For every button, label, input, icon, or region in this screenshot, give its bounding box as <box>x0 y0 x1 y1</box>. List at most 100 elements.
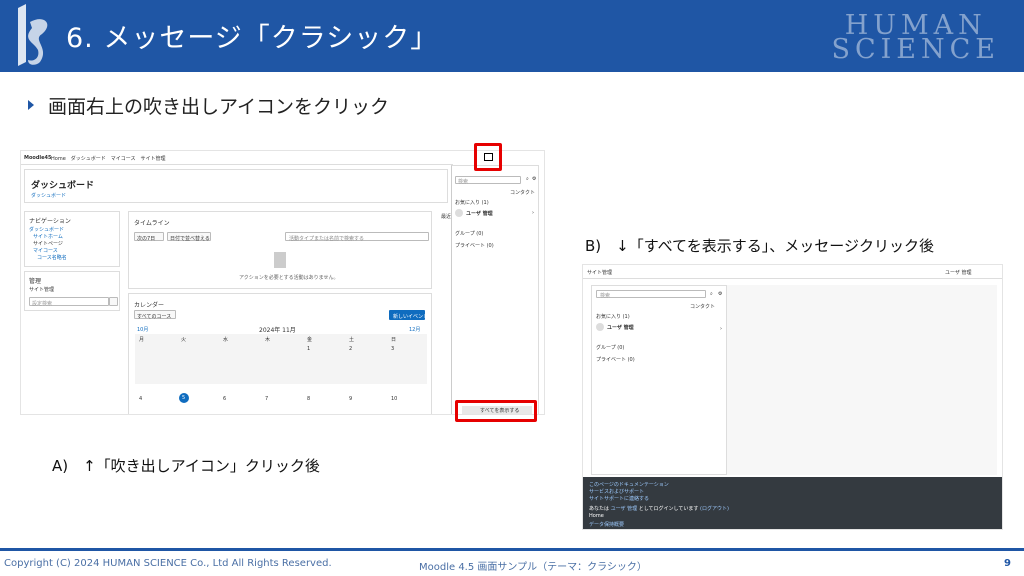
avatar <box>455 209 463 217</box>
private-section[interactable]: プライベート (0) <box>596 356 635 363</box>
calendar-block: カレンダー すべてのコース 新しいイベント 10月 2024年 11月 12月 … <box>128 293 432 414</box>
view-all-highlight <box>455 400 537 422</box>
calendar-day[interactable]: 9 <box>349 396 352 402</box>
site-brand[interactable]: Moodle45 <box>24 155 52 161</box>
calendar-day[interactable]: 10 <box>391 396 397 402</box>
breadcrumb[interactable]: ダッシュボード <box>31 192 66 199</box>
calendar-day[interactable]: 4 <box>139 396 142 402</box>
label-b: B) ↓「すべてを表示する」、メッセージクリック後 <box>585 237 934 255</box>
weekday: 月 <box>139 337 145 343</box>
login-info: あなたは ユーザ 管理 としてログインしています (ログアウト) <box>589 506 729 512</box>
nav-item-my-courses[interactable]: マイコース <box>33 247 58 254</box>
label-a: A) ↑「吹き出しアイコン」クリック後 <box>52 457 320 475</box>
search-icon[interactable]: ⌕ <box>710 291 713 297</box>
calendar-day[interactable]: 2 <box>349 346 352 352</box>
page-header: ダッシュボード ダッシュボード <box>24 169 448 203</box>
user-menu[interactable]: ユーザ 管理 <box>945 269 972 276</box>
footer-home-link[interactable]: Home <box>589 513 604 519</box>
admin-title: 管理 <box>29 278 42 285</box>
message-panel: 検索 ⌕ ⚙ コンタクト お気に入り (1) ユーザ 管理 › グループ (0)… <box>591 285 727 475</box>
nav-links[interactable]: サイト管理 <box>587 269 612 276</box>
calendar-today[interactable]: 5 <box>179 393 189 403</box>
weekday: 日 <box>391 337 397 343</box>
navbar: Moodle45 Home ダッシュボード マイコース サイト管理 <box>21 151 453 165</box>
empty-state-icon <box>274 252 286 268</box>
side-block-label: 最近 <box>441 214 452 220</box>
center-note: Moodle 4.5 画面サンプル（テーマ：クラシック） <box>419 562 647 573</box>
starred-section[interactable]: お気に入り (1) <box>455 199 489 206</box>
page-number: 9 <box>1004 558 1011 569</box>
message-drawer: 検索 ⌕ ⚙ コンタクト お気に入り (1) ユーザ 管理 › グループ (0)… <box>451 165 539 414</box>
calendar-month: 2024年 11月 <box>259 327 296 334</box>
contacts-link[interactable]: コンタクト <box>510 189 535 196</box>
nav-item-dashboard[interactable]: ダッシュボード <box>29 226 64 233</box>
page-footer: このページのドキュメンテーション サービスおよびサポート サイトサポートに連絡す… <box>583 477 1002 529</box>
drawer-search-input[interactable]: 検索 <box>455 176 521 185</box>
timeline-sort[interactable]: 日付で並べ替える <box>167 232 211 242</box>
screenshot-a: Moodle45 Home ダッシュボード マイコース サイト管理 ダッシュボー… <box>20 150 545 415</box>
navbar: サイト管理 ユーザ 管理 <box>583 265 1002 279</box>
conversation-user[interactable]: ユーザ 管理 <box>466 210 493 217</box>
calendar-day[interactable]: 7 <box>265 396 268 402</box>
timeline-empty: アクションを必要とする活動はありません。 <box>239 275 339 281</box>
footer-services-link[interactable]: サービスおよびサポート <box>589 488 644 495</box>
starred-section[interactable]: お気に入り (1) <box>596 313 630 320</box>
calendar-day[interactable]: 8 <box>307 396 310 402</box>
navigation-block: ナビゲーション ダッシュボード サイトホーム サイトページ マイコース コース名… <box>24 211 120 267</box>
site-admin-link[interactable]: サイト管理 <box>29 286 54 293</box>
weekday: 金 <box>307 337 313 343</box>
instruction-bullet: 画面右上の吹き出しアイコンをクリック <box>28 92 389 119</box>
slide-title: 6. メッセージ「クラシック」 <box>66 23 439 54</box>
admin-block: 管理 サイト管理 設定検索 <box>24 271 120 311</box>
search-icon[interactable]: ⌕ <box>526 176 529 182</box>
admin-search-input[interactable]: 設定検索 <box>29 297 109 307</box>
calendar-grid: 月 火 水 木 金 土 日 1 2 3 4 5 6 7 8 9 10 <box>135 334 427 414</box>
avatar <box>596 323 604 331</box>
timeline-block: タイムライン 次の7日 日付で並べ替える 活動タイプまたは名前で検索する アクシ… <box>128 211 432 289</box>
screenshot-b: サイト管理 ユーザ 管理 検索 ⌕ ⚙ コンタクト お気に入り (1) ユーザ … <box>582 264 1003 530</box>
weekday: 水 <box>223 337 229 343</box>
nav-item-site-pages[interactable]: サイトページ <box>33 240 63 247</box>
nav-item-site-home[interactable]: サイトホーム <box>33 233 63 240</box>
weekday: 火 <box>181 337 187 343</box>
footer-doc-link[interactable]: このページのドキュメンテーション <box>589 481 669 488</box>
timeline-filter-days[interactable]: 次の7日 <box>134 232 164 242</box>
chat-bubble-icon[interactable] <box>484 153 493 161</box>
calendar-title: カレンダー <box>134 302 165 309</box>
brand-logo-text: HUMAN SCIENCE <box>831 10 1000 65</box>
calendar-next[interactable]: 12月 <box>409 326 420 333</box>
bullet-icon <box>28 100 34 110</box>
calendar-day[interactable]: 1 <box>307 346 310 352</box>
page-title: ダッシュボード <box>31 181 95 191</box>
gear-icon[interactable]: ⚙ <box>718 291 722 297</box>
gear-icon[interactable]: ⚙ <box>532 176 536 182</box>
calendar-course-select[interactable]: すべてのコース <box>134 310 176 320</box>
nav-item-course[interactable]: コース名略名 <box>37 254 67 261</box>
groups-section[interactable]: グループ (0) <box>596 344 624 351</box>
contacts-link[interactable]: コンタクト <box>690 303 715 310</box>
slide-header: 6. メッセージ「クラシック」 HUMAN SCIENCE <box>0 0 1024 72</box>
search-icon[interactable] <box>109 297 118 306</box>
logo-icon <box>18 4 48 66</box>
new-event-button[interactable]: 新しいイベント <box>389 310 428 320</box>
calendar-prev[interactable]: 10月 <box>137 326 148 333</box>
chevron-right-icon: › <box>720 326 722 332</box>
calendar-day[interactable]: 6 <box>223 396 226 402</box>
navigation-title: ナビゲーション <box>29 218 71 225</box>
conversation-user[interactable]: ユーザ 管理 <box>607 324 634 331</box>
calendar-day[interactable]: 3 <box>391 346 394 352</box>
copyright: Copyright (C) 2024 HUMAN SCIENCE Co., Lt… <box>4 558 332 569</box>
groups-section[interactable]: グループ (0) <box>455 230 483 237</box>
weekday: 土 <box>349 337 355 343</box>
footer-contact-link[interactable]: サイトサポートに連絡する <box>589 495 649 502</box>
message-icon-highlight <box>474 143 502 171</box>
private-section[interactable]: プライベート (0) <box>455 242 494 249</box>
chevron-right-icon: › <box>532 210 534 216</box>
drawer-search-input[interactable]: 検索 <box>596 290 706 299</box>
nav-links[interactable]: Home ダッシュボード マイコース サイト管理 <box>51 155 166 162</box>
footer-data-link[interactable]: データ保持概要 <box>589 521 624 528</box>
timeline-search-input[interactable]: 活動タイプまたは名前で検索する <box>285 232 429 242</box>
timeline-title: タイムライン <box>134 220 170 227</box>
weekday: 木 <box>265 337 271 343</box>
footer-divider <box>0 548 1024 551</box>
